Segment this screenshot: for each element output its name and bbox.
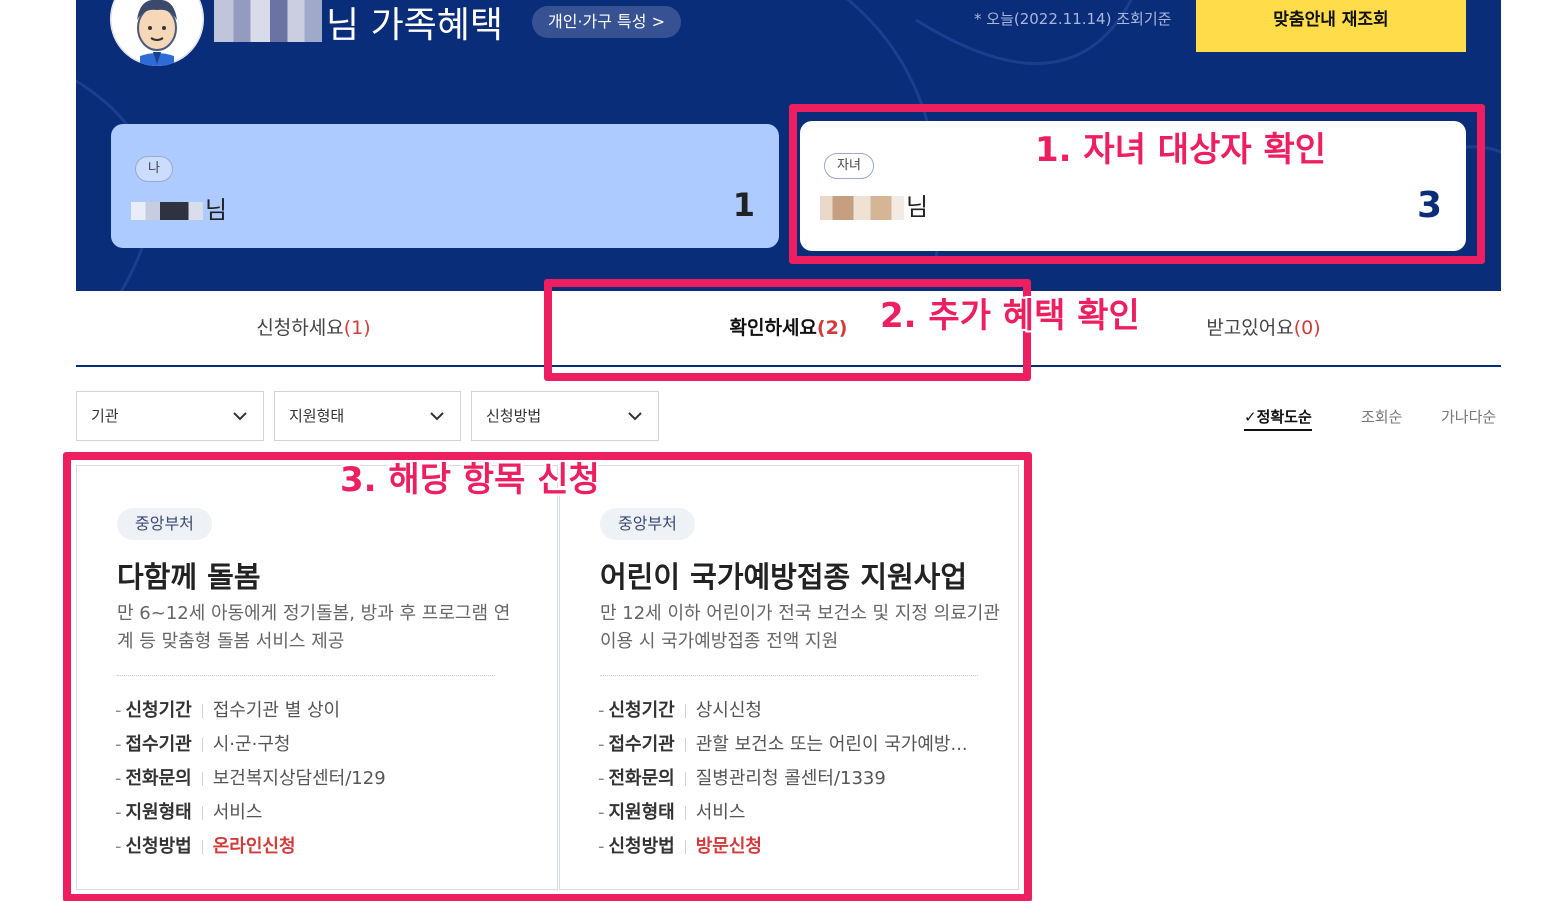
- detail-row: - 전화문의 보건복지상담센터/129: [115, 768, 386, 789]
- annotation-step-1: 1. 자녀 대상자 확인: [1035, 130, 1327, 170]
- filter-apply-method-select[interactable]: 신청방법: [471, 391, 659, 441]
- detail-row: - 신청기간 접수기관 별 상이: [115, 700, 341, 721]
- chevron-down-icon: [233, 412, 247, 421]
- sort-alphabetical[interactable]: 가나다순: [1441, 406, 1496, 427]
- detail-row: - 접수기관 관할 보건소 또는 어린이 국가예방...: [598, 734, 968, 755]
- detail-row: - 신청방법 방문신청: [598, 836, 762, 857]
- detail-row: - 지원형태 서비스: [598, 802, 746, 823]
- requery-button[interactable]: 맞춤안내 재조회: [1196, 0, 1466, 52]
- page-title: 님 가족혜택: [326, 5, 504, 46]
- member-tag: 나: [135, 156, 173, 182]
- chevron-down-icon: [628, 412, 642, 421]
- benefit-card[interactable]: 중앙부처 어린이 국가예방접종 지원사업 만 12세 이하 어린이가 전국 보건…: [559, 465, 1019, 890]
- detail-row: - 신청기간 상시신청: [598, 700, 762, 721]
- detail-row: - 전화문의 질병관리청 콜센터/1339: [598, 768, 886, 789]
- detail-row: - 지원형태 서비스: [115, 802, 263, 823]
- tab-apply[interactable]: 신청하세요(1): [76, 291, 551, 365]
- member-name: 님: [820, 187, 928, 222]
- member-name: 님: [131, 190, 227, 225]
- divider: [600, 675, 978, 676]
- benefit-details: - 신청기간 상시신청 - 접수기관 관할 보건소 또는 어린이 국가예방... - 전화…: [598, 696, 968, 866]
- agency-badge: 중앙부처: [600, 508, 695, 540]
- benefit-description: 만 12세 이하 어린이가 전국 보건소 및 지정 의료기관 이용 시 국가예방…: [600, 603, 1000, 652]
- benefit-tabs: 신청하세요(1) 확인하세요(2) 받고있어요(0): [76, 291, 1501, 367]
- sort-views[interactable]: 조회순: [1361, 406, 1402, 427]
- member-tag: 자녀: [824, 153, 874, 179]
- benefit-description: 만 6~12세 아동에게 정기돌봄, 방과 후 프로그램 연계 등 맞춤형 돌봄…: [117, 603, 511, 652]
- chevron-down-icon: [430, 412, 444, 421]
- sort-accuracy[interactable]: ✓정확도순: [1244, 406, 1312, 431]
- detail-row: - 신청방법 온라인신청: [115, 836, 296, 857]
- name-blurred: [131, 202, 203, 220]
- personal-household-traits-button[interactable]: 개인·가구 특성 >: [532, 6, 681, 38]
- agency-badge: 중앙부처: [117, 508, 212, 540]
- divider: [117, 675, 495, 676]
- benefit-title[interactable]: 어린이 국가예방접종 지원사업: [600, 554, 967, 596]
- filter-agency-select[interactable]: 기관: [76, 391, 264, 441]
- member-benefit-count: 3: [1416, 185, 1442, 226]
- query-date-note: * 오늘(2022.11.14) 조회기준: [974, 10, 1172, 28]
- filter-support-type-select[interactable]: 지원형태: [274, 391, 461, 441]
- user-name-blurred: [214, 0, 322, 42]
- annotation-step-3: 3. 해당 항목 신청: [340, 460, 600, 500]
- name-blurred: [820, 196, 904, 220]
- check-icon: ✓: [1244, 408, 1257, 426]
- benefit-card[interactable]: 중앙부처 다함께 돌봄 만 6~12세 아동에게 정기돌봄, 방과 후 프로그램…: [76, 465, 558, 890]
- benefit-details: - 신청기간 접수기관 별 상이 - 접수기관 시·군·구청 - 전화문의 보건복지상담센터…: [115, 696, 386, 866]
- detail-row: - 접수기관 시·군·구청: [115, 734, 291, 755]
- annotation-step-2: 2. 추가 혜택 확인: [880, 296, 1140, 336]
- member-card-me[interactable]: 나 님 1: [111, 124, 779, 248]
- benefit-title[interactable]: 다함께 돌봄: [117, 554, 261, 596]
- member-benefit-count: 1: [732, 186, 755, 224]
